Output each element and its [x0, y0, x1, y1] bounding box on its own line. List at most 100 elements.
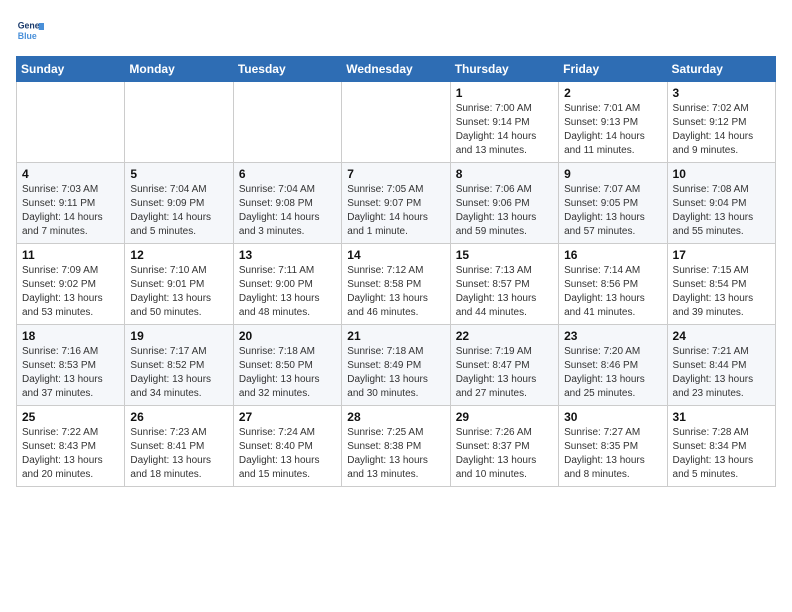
day-info: Sunrise: 7:01 AM Sunset: 9:13 PM Dayligh…: [564, 102, 661, 158]
day-info: Sunrise: 7:24 AM Sunset: 8:40 PM Dayligh…: [239, 426, 336, 482]
calendar-cell: 14 Sunrise: 7:12 AM Sunset: 8:58 PM Dayli…: [342, 244, 450, 325]
day-info: Sunrise: 7:19 AM Sunset: 8:47 PM Dayligh…: [456, 345, 553, 401]
day-info: Sunrise: 7:15 AM Sunset: 8:54 PM Dayligh…: [673, 264, 770, 320]
calendar-cell: 21 Sunrise: 7:18 AM Sunset: 8:49 PM Dayli…: [342, 325, 450, 406]
calendar-cell: 8 Sunrise: 7:06 AM Sunset: 9:06 PM Daylig…: [450, 163, 558, 244]
day-info: Sunrise: 7:26 AM Sunset: 8:37 PM Dayligh…: [456, 426, 553, 482]
day-number: 31: [673, 410, 770, 424]
calendar-cell: 9 Sunrise: 7:07 AM Sunset: 9:05 PM Daylig…: [559, 163, 667, 244]
calendar-week-row: 4Sunrise: 7:03 AM Sunset: 9:11 PM Daylig…: [17, 163, 776, 244]
day-number: 5: [130, 167, 227, 181]
calendar-cell: [17, 82, 125, 163]
calendar-cell: [233, 82, 341, 163]
calendar-cell: 28Sunrise: 7:25 AM Sunset: 8:38 PM Dayli…: [342, 406, 450, 487]
day-number: 20: [239, 329, 336, 343]
day-info: Sunrise: 7:21 AM Sunset: 8:44 PM Dayligh…: [673, 345, 770, 401]
calendar-cell: 11 Sunrise: 7:09 AM Sunset: 9:02 PM Dayli…: [17, 244, 125, 325]
day-info: Sunrise: 7:18 AM Sunset: 8:49 PM Dayligh…: [347, 345, 444, 401]
day-number: 7: [347, 167, 444, 181]
day-number: 3: [673, 86, 770, 100]
day-info: Sunrise: 7:27 AM Sunset: 8:35 PM Dayligh…: [564, 426, 661, 482]
day-info: Sunrise: 7:17 AM Sunset: 8:52 PM Dayligh…: [130, 345, 227, 401]
svg-text:Blue: Blue: [18, 31, 37, 41]
calendar-cell: 29 Sunrise: 7:26 AM Sunset: 8:37 PM Dayli…: [450, 406, 558, 487]
calendar-cell: 23 Sunrise: 7:20 AM Sunset: 8:46 PM Dayli…: [559, 325, 667, 406]
calendar-week-row: 25Sunrise: 7:22 AM Sunset: 8:43 PM Dayli…: [17, 406, 776, 487]
day-number: 6: [239, 167, 336, 181]
calendar-cell: [125, 82, 233, 163]
day-number: 10: [673, 167, 770, 181]
weekday-header: Saturday: [667, 57, 775, 82]
logo: General Blue: [16, 16, 48, 44]
calendar-cell: 2 Sunrise: 7:01 AM Sunset: 9:13 PM Daylig…: [559, 82, 667, 163]
calendar-cell: 18Sunrise: 7:16 AM Sunset: 8:53 PM Dayli…: [17, 325, 125, 406]
calendar-cell: 12Sunrise: 7:10 AM Sunset: 9:01 PM Dayli…: [125, 244, 233, 325]
day-number: 14: [347, 248, 444, 262]
day-number: 18: [22, 329, 119, 343]
day-number: 2: [564, 86, 661, 100]
weekday-header: Monday: [125, 57, 233, 82]
day-number: 12: [130, 248, 227, 262]
day-info: Sunrise: 7:20 AM Sunset: 8:46 PM Dayligh…: [564, 345, 661, 401]
page-header: General Blue: [16, 16, 776, 44]
day-number: 13: [239, 248, 336, 262]
day-info: Sunrise: 7:18 AM Sunset: 8:50 PM Dayligh…: [239, 345, 336, 401]
day-number: 29: [456, 410, 553, 424]
calendar-cell: 30 Sunrise: 7:27 AM Sunset: 8:35 PM Dayli…: [559, 406, 667, 487]
day-number: 25: [22, 410, 119, 424]
day-info: Sunrise: 7:09 AM Sunset: 9:02 PM Dayligh…: [22, 264, 119, 320]
calendar-cell: 17 Sunrise: 7:15 AM Sunset: 8:54 PM Dayli…: [667, 244, 775, 325]
day-number: 22: [456, 329, 553, 343]
calendar-cell: 15 Sunrise: 7:13 AM Sunset: 8:57 PM Dayli…: [450, 244, 558, 325]
calendar-cell: 5 Sunrise: 7:04 AM Sunset: 9:09 PM Daylig…: [125, 163, 233, 244]
calendar-table: SundayMondayTuesdayWednesdayThursdayFrid…: [16, 56, 776, 487]
day-number: 23: [564, 329, 661, 343]
day-number: 1: [456, 86, 553, 100]
day-number: 24: [673, 329, 770, 343]
calendar-cell: 16 Sunrise: 7:14 AM Sunset: 8:56 PM Dayli…: [559, 244, 667, 325]
day-info: Sunrise: 7:04 AM Sunset: 9:09 PM Dayligh…: [130, 183, 227, 239]
calendar-cell: 26 Sunrise: 7:23 AM Sunset: 8:41 PM Dayli…: [125, 406, 233, 487]
day-number: 26: [130, 410, 227, 424]
day-number: 15: [456, 248, 553, 262]
calendar-cell: 19 Sunrise: 7:17 AM Sunset: 8:52 PM Dayli…: [125, 325, 233, 406]
day-info: Sunrise: 7:05 AM Sunset: 9:07 PM Dayligh…: [347, 183, 444, 239]
calendar-week-row: 18Sunrise: 7:16 AM Sunset: 8:53 PM Dayli…: [17, 325, 776, 406]
day-number: 17: [673, 248, 770, 262]
calendar-cell: 13 Sunrise: 7:11 AM Sunset: 9:00 PM Dayli…: [233, 244, 341, 325]
day-number: 9: [564, 167, 661, 181]
calendar-cell: 6Sunrise: 7:04 AM Sunset: 9:08 PM Daylig…: [233, 163, 341, 244]
day-info: Sunrise: 7:07 AM Sunset: 9:05 PM Dayligh…: [564, 183, 661, 239]
day-number: 11: [22, 248, 119, 262]
calendar-cell: 10Sunrise: 7:08 AM Sunset: 9:04 PM Dayli…: [667, 163, 775, 244]
day-info: Sunrise: 7:14 AM Sunset: 8:56 PM Dayligh…: [564, 264, 661, 320]
day-info: Sunrise: 7:06 AM Sunset: 9:06 PM Dayligh…: [456, 183, 553, 239]
day-info: Sunrise: 7:00 AM Sunset: 9:14 PM Dayligh…: [456, 102, 553, 158]
day-info: Sunrise: 7:23 AM Sunset: 8:41 PM Dayligh…: [130, 426, 227, 482]
weekday-header: Wednesday: [342, 57, 450, 82]
day-info: Sunrise: 7:11 AM Sunset: 9:00 PM Dayligh…: [239, 264, 336, 320]
day-info: Sunrise: 7:12 AM Sunset: 8:58 PM Dayligh…: [347, 264, 444, 320]
calendar-cell: 20 Sunrise: 7:18 AM Sunset: 8:50 PM Dayli…: [233, 325, 341, 406]
weekday-header-row: SundayMondayTuesdayWednesdayThursdayFrid…: [17, 57, 776, 82]
day-info: Sunrise: 7:02 AM Sunset: 9:12 PM Dayligh…: [673, 102, 770, 158]
day-number: 16: [564, 248, 661, 262]
day-number: 27: [239, 410, 336, 424]
calendar-cell: 25Sunrise: 7:22 AM Sunset: 8:43 PM Dayli…: [17, 406, 125, 487]
weekday-header: Sunday: [17, 57, 125, 82]
day-info: Sunrise: 7:03 AM Sunset: 9:11 PM Dayligh…: [22, 183, 119, 239]
calendar-cell: 27 Sunrise: 7:24 AM Sunset: 8:40 PM Dayli…: [233, 406, 341, 487]
calendar-cell: 3 Sunrise: 7:02 AM Sunset: 9:12 PM Daylig…: [667, 82, 775, 163]
calendar-cell: 7 Sunrise: 7:05 AM Sunset: 9:07 PM Daylig…: [342, 163, 450, 244]
day-number: 28: [347, 410, 444, 424]
day-number: 21: [347, 329, 444, 343]
day-info: Sunrise: 7:13 AM Sunset: 8:57 PM Dayligh…: [456, 264, 553, 320]
calendar-cell: 31Sunrise: 7:28 AM Sunset: 8:34 PM Dayli…: [667, 406, 775, 487]
calendar-cell: 22 Sunrise: 7:19 AM Sunset: 8:47 PM Dayli…: [450, 325, 558, 406]
day-number: 30: [564, 410, 661, 424]
calendar-cell: 24 Sunrise: 7:21 AM Sunset: 8:44 PM Dayli…: [667, 325, 775, 406]
day-number: 8: [456, 167, 553, 181]
calendar-week-row: 1 Sunrise: 7:00 AM Sunset: 9:14 PM Daylig…: [17, 82, 776, 163]
day-number: 19: [130, 329, 227, 343]
logo-icon: General Blue: [16, 16, 44, 44]
